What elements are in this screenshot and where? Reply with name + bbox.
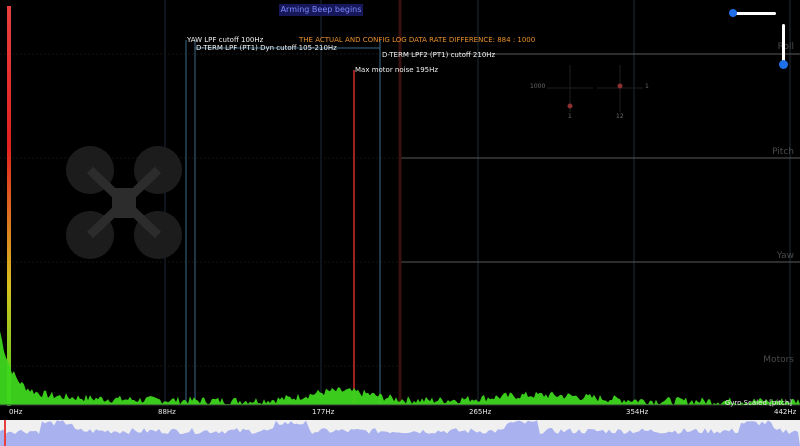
plot-label-pitch: Pitch xyxy=(772,147,794,157)
plot-label-motors: Motors xyxy=(763,355,794,365)
axis-tick-3: 265Hz xyxy=(469,408,492,416)
spectrum-canvas xyxy=(0,0,800,406)
dterm-lpf2-label: D-TERM LPF2 (PT1) cutoff 210Hz xyxy=(382,51,496,59)
axis-tick-1: 88Hz xyxy=(158,408,176,416)
plot-label-roll: Roll xyxy=(777,42,794,52)
axis-tick-0: 0Hz xyxy=(9,408,23,416)
dterm-lpf-label: D-TERM LPF (PT1) Dyn cutoff 105-210Hz xyxy=(196,44,337,52)
axis-tick-4: 354Hz xyxy=(626,408,649,416)
yaw-lpf-label: YAW LPF cutoff 100Hz xyxy=(187,36,264,44)
series-label: Gyro Scaled [pitch] xyxy=(724,399,792,407)
axis-tick-5: 442Hz xyxy=(774,408,797,416)
stick-bottom-left: 1 xyxy=(568,113,572,120)
zoom-slider-vertical[interactable] xyxy=(779,24,788,69)
stick-left-value: 1000 xyxy=(530,83,546,90)
stick-bottom-right: 12 xyxy=(616,113,624,120)
zoom-slider-horizontal[interactable] xyxy=(729,9,776,17)
stick-right-dot xyxy=(617,83,623,89)
stick-left-dot xyxy=(567,103,573,109)
log-seek-bar[interactable] xyxy=(0,420,800,446)
data-rate-warning: THE ACTUAL AND CONFIG LOG DATA RATE DIFF… xyxy=(299,36,536,44)
event-banner: Arming Beep begins xyxy=(279,4,363,16)
motor-noise-label: Max motor noise 195Hz xyxy=(355,66,439,74)
seek-bar-waveform[interactable] xyxy=(0,420,800,446)
plot-label-yaw: Yaw xyxy=(776,251,794,261)
stick-right-value: 1 xyxy=(645,83,649,90)
spectrum-analyser: Arming Beep begins THE ACTUAL AND CONFIG… xyxy=(0,0,800,420)
color-scale-bar xyxy=(7,6,11,406)
seek-cursor[interactable] xyxy=(4,420,6,446)
zoom-slider-horizontal-knob[interactable] xyxy=(729,9,737,17)
axis-tick-2: 177Hz xyxy=(312,408,335,416)
zoom-slider-vertical-knob[interactable] xyxy=(779,60,788,69)
seek-waveform xyxy=(0,420,800,446)
